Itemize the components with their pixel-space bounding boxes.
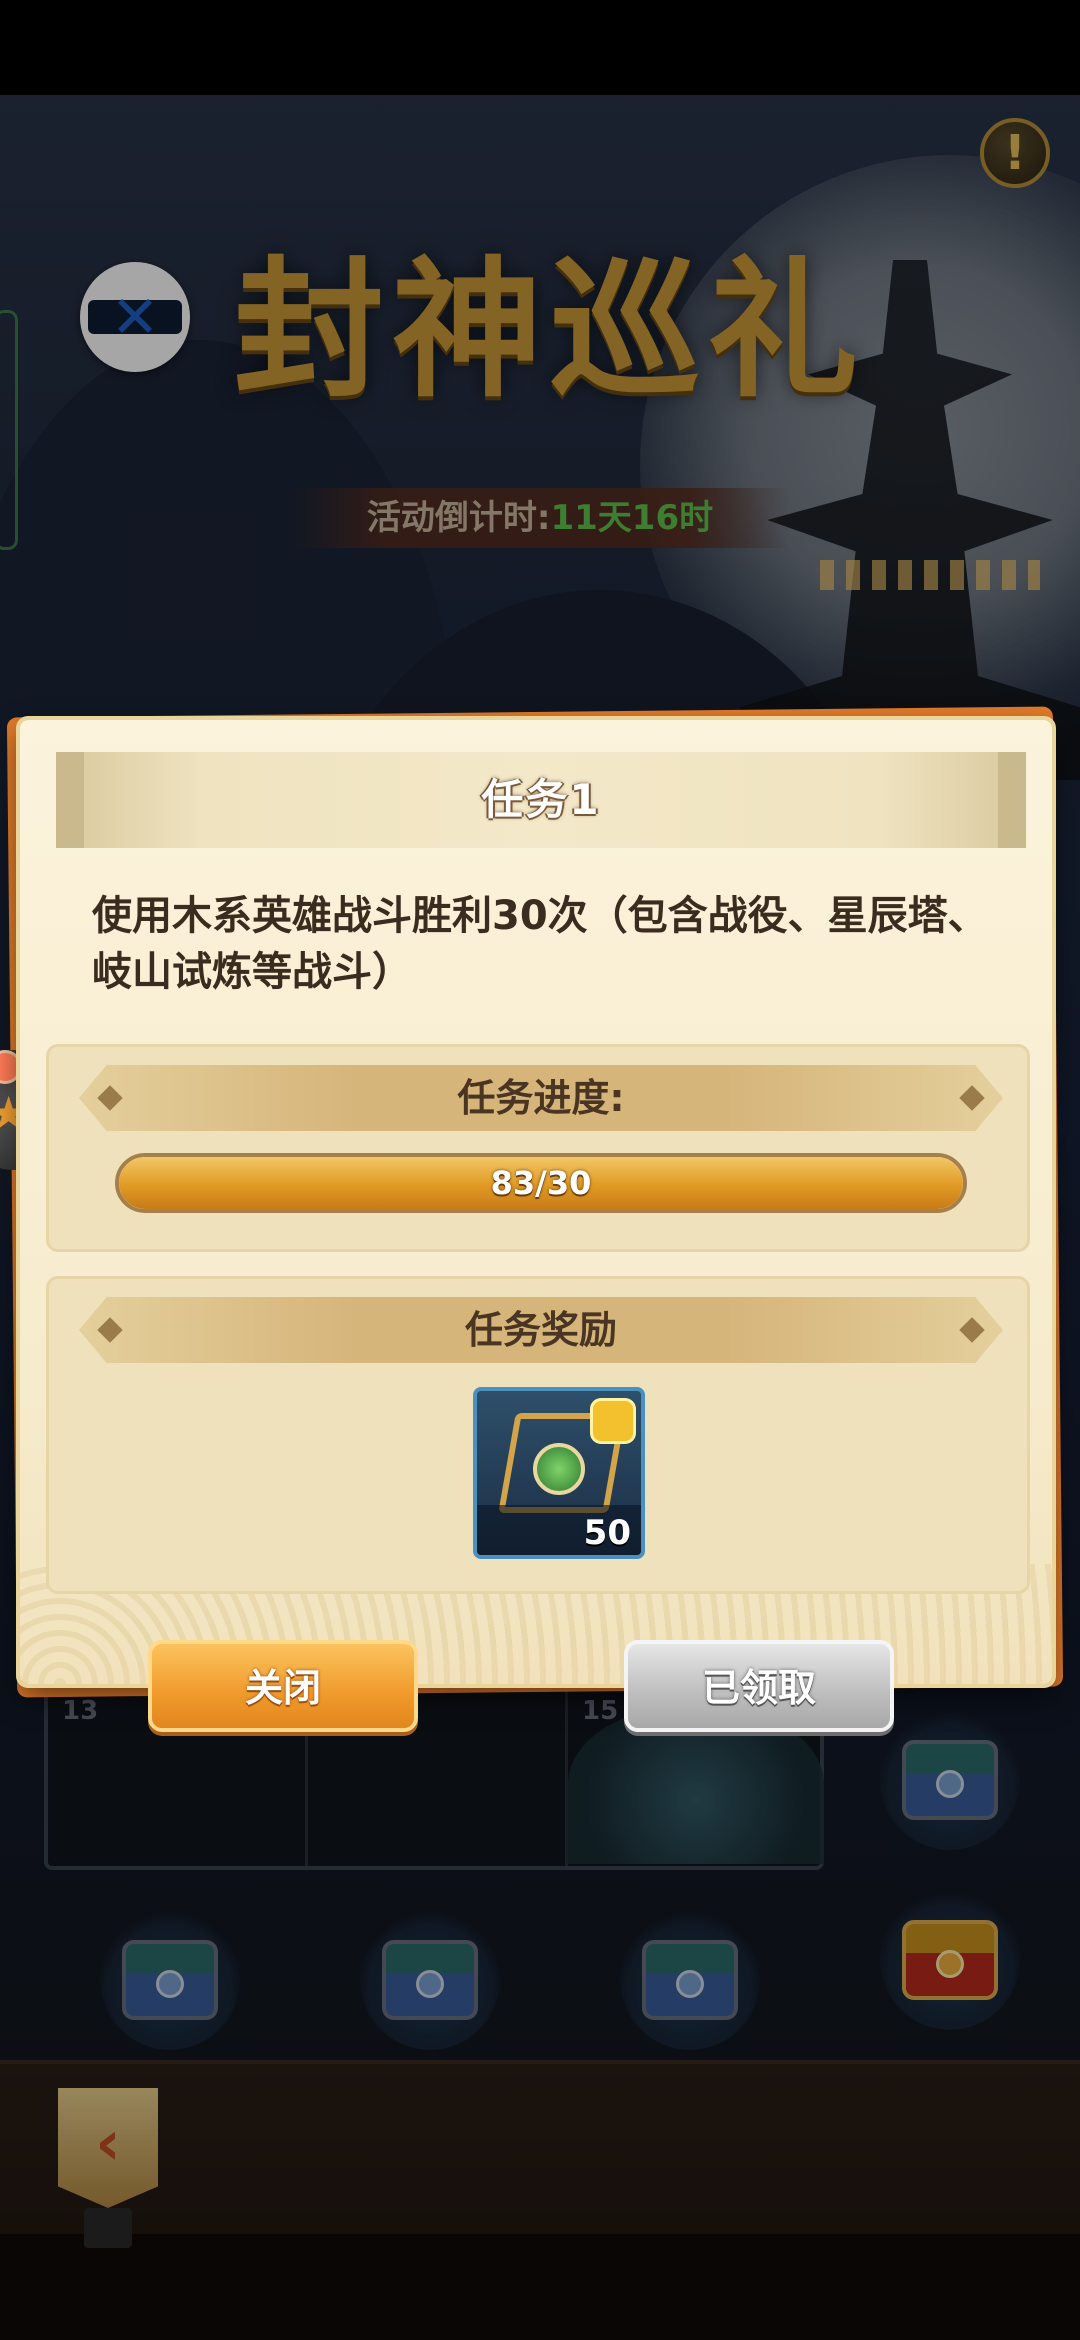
reward-item-slot[interactable]: 50 [473, 1387, 645, 1559]
reward-header: 任务奖励 [79, 1297, 1003, 1363]
wood-hero-fragment-icon [533, 1443, 585, 1495]
reward-header-label: 任务奖励 [464, 1308, 617, 1352]
puzzle-piece-icon [593, 1401, 633, 1441]
game-screen: ! 封神巡礼 活动倒计时:11天16时 ✕ 13 15 ‹ ★ 任务1 使用木系… [0, 0, 1080, 2340]
progress-value: 83/30 [490, 1164, 592, 1202]
progress-header-label: 任务进度: [457, 1076, 625, 1120]
dialog-title: 任务1 [481, 775, 601, 824]
reward-panel: 任务奖励 50 [46, 1276, 1030, 1594]
reward-count: 50 [583, 1513, 631, 1553]
task-dialog: 任务1 使用木系英雄战斗胜利30次（包含战役、星辰塔、岐山试炼等战斗） 任务进度… [20, 720, 1052, 1684]
progress-panel: 任务进度: 83/30 [46, 1044, 1030, 1252]
task-description: 使用木系英雄战斗胜利30次（包含战役、星辰塔、岐山试炼等战斗） [92, 893, 988, 995]
dialog-title-ribbon: 任务1 [56, 752, 1026, 848]
progress-bar: 83/30 [115, 1153, 967, 1213]
status-bar [0, 0, 1080, 95]
progress-header: 任务进度: [79, 1065, 1003, 1131]
close-button[interactable]: 关闭 [148, 1640, 418, 1732]
notification-dot [0, 1050, 22, 1084]
claimed-button[interactable]: 已领取 [624, 1640, 894, 1732]
